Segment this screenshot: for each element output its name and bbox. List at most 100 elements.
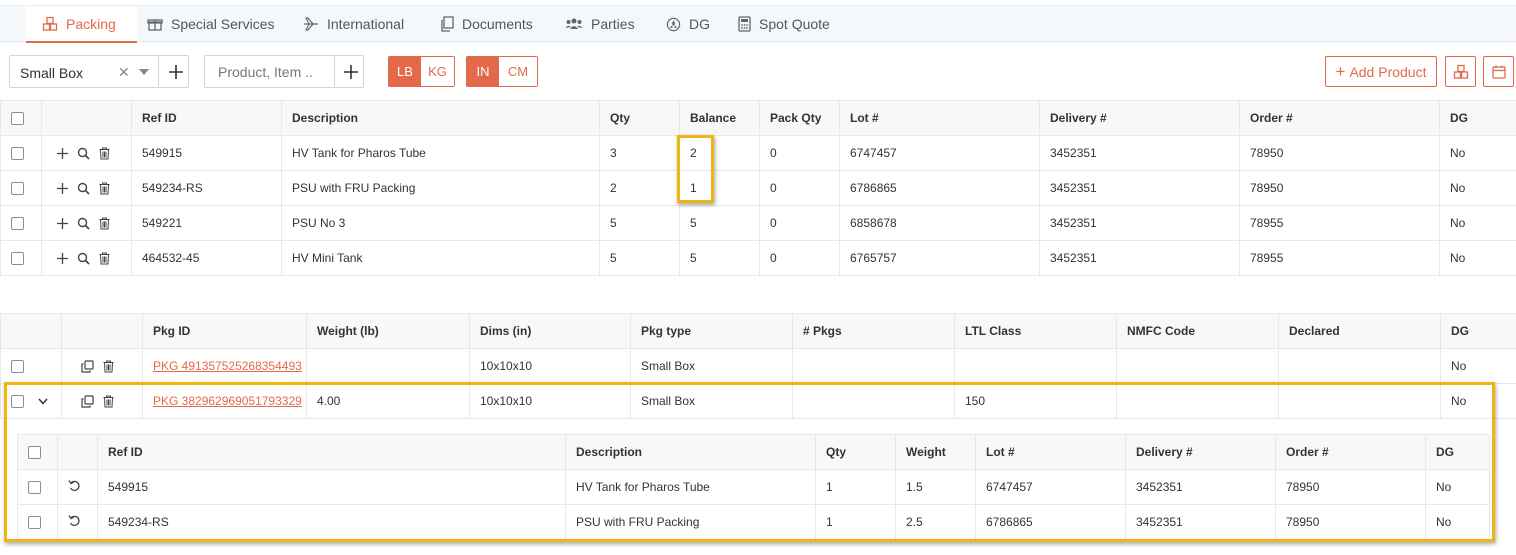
col-delivery[interactable]: Delivery #: [1039, 100, 1240, 136]
people-icon: [565, 18, 583, 29]
row-checkbox[interactable]: [11, 182, 24, 196]
product-search-input[interactable]: [206, 57, 332, 86]
col-balance[interactable]: Balance: [679, 100, 760, 136]
table-row: 549234-RS PSU with FRU Packing 1 2.5 678…: [17, 504, 1490, 540]
cell-desc: PSU with FRU Packing: [565, 504, 816, 540]
products-table: Ref ID Description Qty Balance Pack Qty …: [0, 100, 1516, 276]
trash-icon[interactable]: [99, 182, 110, 195]
plus-icon[interactable]: [57, 217, 68, 229]
col-ltl-class[interactable]: LTL Class: [954, 313, 1117, 349]
tab-spot-quote[interactable]: Spot Quote: [738, 6, 830, 42]
col-lot[interactable]: Lot #: [975, 434, 1126, 470]
tab-international[interactable]: International: [303, 6, 404, 42]
row-checkbox[interactable]: [11, 147, 24, 161]
add-package-button[interactable]: [167, 63, 185, 81]
col-qty[interactable]: Qty: [815, 434, 896, 470]
col-order[interactable]: Order #: [1239, 100, 1440, 136]
col-weight[interactable]: Weight: [895, 434, 976, 470]
trash-icon[interactable]: [99, 217, 110, 230]
pkg-id-link[interactable]: PKG 382962969051793329: [153, 394, 302, 408]
select-all-checkbox[interactable]: [28, 446, 41, 460]
cell-pkg-type: Small Box: [630, 348, 793, 384]
unit-in-button[interactable]: IN: [467, 57, 499, 86]
tab-bar: Packing Special Services International D…: [0, 5, 1516, 43]
col-nmfc[interactable]: NMFC Code: [1116, 313, 1279, 349]
tab-special-services[interactable]: Special Services: [147, 6, 275, 42]
unit-kg-button[interactable]: KG: [421, 57, 454, 86]
package-type-select[interactable]: Small Box ✕: [9, 55, 189, 88]
cell-desc: PSU No 3: [281, 205, 600, 241]
col-pkg-id[interactable]: Pkg ID: [142, 313, 307, 349]
cell-qty: 1: [815, 504, 896, 540]
row-checkbox[interactable]: [11, 360, 24, 374]
search-icon[interactable]: [77, 217, 90, 230]
table-row: 549915 HV Tank for Pharos Tube 3 2 0 674…: [0, 135, 1516, 171]
cell-ltl: [954, 348, 1117, 384]
col-order[interactable]: Order #: [1275, 434, 1426, 470]
plus-icon[interactable]: [57, 147, 68, 159]
plus-icon[interactable]: [57, 182, 68, 194]
undo-icon[interactable]: [68, 479, 81, 492]
col-lot[interactable]: Lot #: [839, 100, 1040, 136]
pkg-id-link[interactable]: PKG 491357525268354493: [153, 359, 302, 373]
cell-qty: 1: [815, 469, 896, 505]
chevron-down-icon[interactable]: [38, 398, 48, 405]
col-dg[interactable]: DG: [1440, 313, 1516, 349]
plus-icon[interactable]: [57, 252, 68, 264]
trash-icon[interactable]: [103, 360, 114, 373]
tab-parties[interactable]: Parties: [565, 6, 635, 42]
calendar-button[interactable]: [1483, 56, 1514, 87]
col-pkg-type[interactable]: Pkg type: [630, 313, 793, 349]
col-description[interactable]: Description: [565, 434, 816, 470]
copy-icon[interactable]: [81, 394, 94, 408]
col-dg[interactable]: DG: [1439, 100, 1516, 136]
cell-order: 78950: [1275, 504, 1426, 540]
row-checkbox[interactable]: [11, 217, 24, 231]
col-ref-id[interactable]: Ref ID: [131, 100, 282, 136]
cell-dims: 10x10x10: [469, 383, 631, 419]
cell-balance: 2: [679, 135, 760, 171]
cell-nmfc: [1116, 348, 1279, 384]
hazard-icon: [666, 17, 681, 31]
col-pack-qty[interactable]: Pack Qty: [759, 100, 840, 136]
copy-icon[interactable]: [81, 359, 94, 373]
unit-lb-button[interactable]: LB: [389, 57, 421, 86]
row-checkbox[interactable]: [11, 252, 24, 266]
tab-packing[interactable]: Packing: [26, 6, 137, 43]
col-ref-id[interactable]: Ref ID: [97, 434, 566, 470]
tab-dg[interactable]: DG: [666, 6, 710, 42]
search-icon[interactable]: [77, 252, 90, 265]
col-num-pkgs[interactable]: # Pkgs: [792, 313, 955, 349]
select-all-checkbox[interactable]: [11, 112, 24, 126]
search-icon[interactable]: [77, 147, 90, 160]
cell-pack-qty: 0: [759, 205, 840, 241]
trash-icon[interactable]: [99, 252, 110, 265]
tab-label: DG: [689, 16, 710, 32]
unit-cm-button[interactable]: CM: [499, 57, 537, 86]
package-row: PKG 382962969051793329 4.00 10x10x10 Sma…: [0, 383, 1516, 419]
row-checkbox[interactable]: [11, 394, 24, 408]
col-qty[interactable]: Qty: [599, 100, 680, 136]
clear-icon[interactable]: ✕: [118, 64, 130, 81]
add-item-button[interactable]: [342, 63, 360, 81]
undo-icon[interactable]: [68, 514, 81, 527]
add-product-button[interactable]: + Add Product: [1325, 56, 1437, 87]
search-icon[interactable]: [77, 182, 90, 195]
tab-label: International: [327, 16, 405, 32]
cell-weight: 4.00: [306, 383, 470, 419]
col-dims[interactable]: Dims (in): [469, 313, 631, 349]
col-declared[interactable]: Declared: [1278, 313, 1441, 349]
pack-boxes-button[interactable]: [1445, 56, 1476, 87]
plus-icon: +: [1335, 61, 1346, 81]
col-delivery[interactable]: Delivery #: [1125, 434, 1276, 470]
trash-icon[interactable]: [99, 147, 110, 160]
cell-ref: 549915: [131, 135, 282, 171]
col-weight[interactable]: Weight (lb): [306, 313, 470, 349]
row-checkbox[interactable]: [28, 516, 41, 530]
col-description[interactable]: Description: [281, 100, 600, 136]
row-checkbox[interactable]: [28, 481, 41, 495]
trash-icon[interactable]: [103, 395, 114, 408]
chevron-down-icon[interactable]: [139, 69, 149, 75]
tab-documents[interactable]: Documents: [440, 6, 533, 42]
col-dg[interactable]: DG: [1425, 434, 1490, 470]
